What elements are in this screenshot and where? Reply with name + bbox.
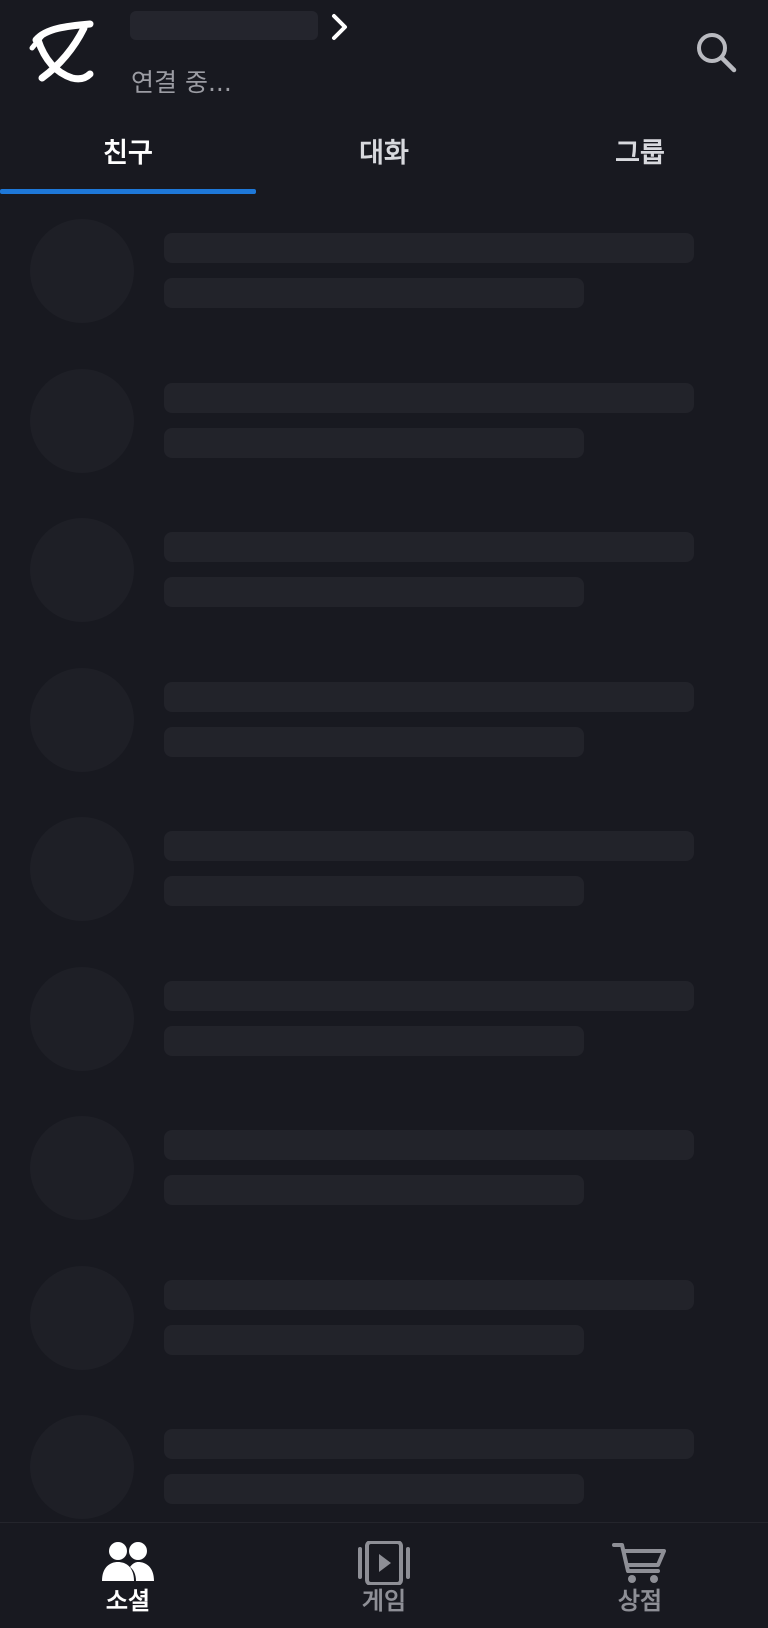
list-item [0,948,768,1098]
nav-social-label: 소셜 [105,1587,151,1615]
avatar-placeholder [30,667,134,772]
list-item [0,499,768,649]
text-placeholder [164,1324,584,1355]
connection-status: 연결 중... [131,68,232,97]
nav-store[interactable]: 상점 [512,1523,768,1628]
app-logo[interactable] [28,18,98,88]
avatar-placeholder [30,219,134,323]
nav-games[interactable]: 게임 [256,1523,512,1628]
text-placeholder [164,577,584,607]
avatar-placeholder [30,1415,134,1519]
bottom-nav: 소셜 게임 상점 [0,1522,768,1628]
game-play-icon [358,1541,410,1585]
active-tab-indicator [0,189,256,194]
text-placeholder [164,1279,694,1310]
text-placeholder [164,427,584,458]
tab-friends[interactable]: 친구 [0,115,256,195]
list-item [0,649,768,799]
top-bar: 연결 중... [0,0,768,115]
cart-icon [612,1543,666,1583]
text-placeholder [164,1429,694,1459]
avatar-placeholder [30,368,134,473]
chevron-right-icon[interactable] [328,12,352,42]
list-item [0,350,768,500]
tab-groups[interactable]: 그룹 [512,115,768,195]
app-root: 연결 중... 친구 대화 그룹 소셜 게임 상점 [0,0,768,1628]
text-placeholder [164,1025,584,1056]
avatar-placeholder [30,518,134,622]
text-placeholder [164,278,584,308]
people-icon [102,1542,154,1581]
avatar-placeholder [30,1265,134,1370]
tab-conversations[interactable]: 대화 [256,115,512,195]
text-placeholder [164,831,694,861]
text-placeholder [164,382,694,413]
nav-games-label: 게임 [361,1587,407,1615]
list-item [0,1247,768,1397]
text-placeholder [164,980,694,1011]
tab-groups-label: 그룹 [615,138,665,169]
list-item [0,200,768,350]
text-placeholder [164,233,694,263]
tab-bar: 친구 대화 그룹 [0,115,768,195]
text-placeholder [164,532,694,562]
avatar-placeholder [30,966,134,1071]
text-placeholder [164,1474,584,1504]
profile-name-placeholder[interactable] [130,11,318,40]
text-placeholder [164,726,584,757]
tab-friends-label: 친구 [103,138,153,169]
nav-social[interactable]: 소셜 [0,1523,256,1628]
text-placeholder [164,1175,584,1205]
nav-store-label: 상점 [617,1587,663,1615]
avatar-placeholder [30,817,134,921]
text-placeholder [164,681,694,712]
list-item [0,1097,768,1247]
search-icon[interactable] [694,30,738,74]
avatar-placeholder [30,1116,134,1220]
tab-conversations-label: 대화 [359,138,409,169]
list-item [0,798,768,948]
text-placeholder [164,876,584,906]
friend-list-skeleton [0,200,768,1546]
text-placeholder [164,1130,694,1160]
